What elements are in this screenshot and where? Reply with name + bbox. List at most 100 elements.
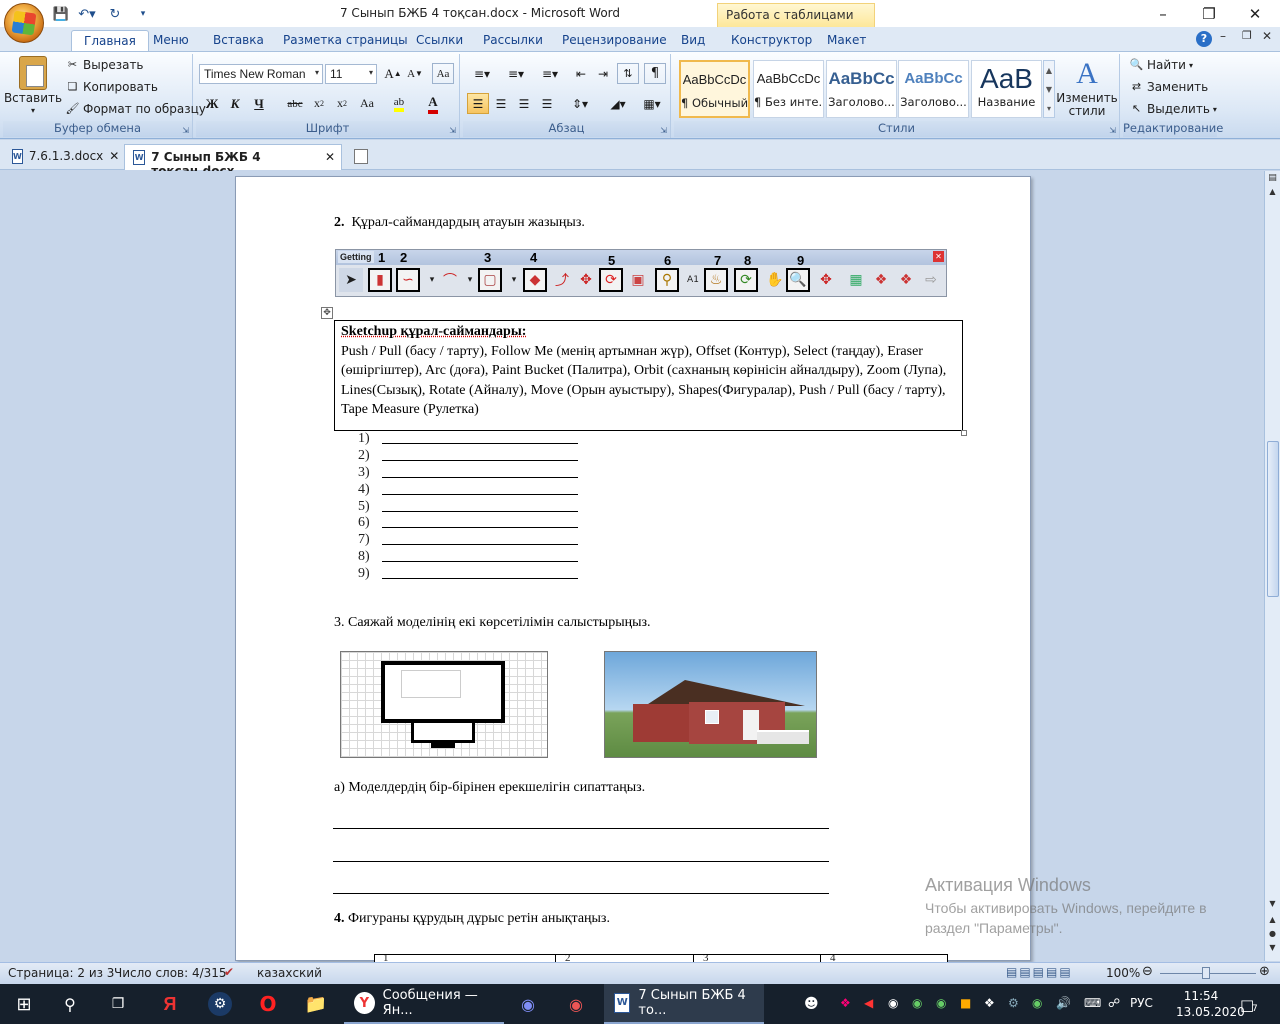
tray-app-icon[interactable]: ◀ [864,996,873,1010]
borders-icon[interactable]: ▦▾ [637,93,667,114]
yandex-browser-icon[interactable]: Я [158,992,182,1016]
doc-tab-1[interactable]: W 7.6.1.3.docx ✕ [4,144,122,170]
search-icon[interactable]: ⚲ [58,992,82,1016]
paste-dropdown-icon[interactable]: ▾ [31,106,35,115]
input-language[interactable]: РУС [1130,996,1153,1010]
opera-icon[interactable]: O [256,992,280,1016]
language-indicator[interactable]: казахский [257,966,322,980]
style-heading-2[interactable]: AaBbCc Заголово... [898,60,969,118]
tab-review[interactable]: Рецензирование [550,30,679,51]
tab-mailings[interactable]: Рассылки [471,30,555,51]
align-right-icon[interactable]: ☰ [513,93,535,114]
doc-minimize-icon[interactable]: – [1220,29,1226,43]
align-left-icon[interactable]: ☰ [467,93,489,114]
font-size-combo[interactable]: 11 ▾ [325,64,377,84]
tray-app-icon[interactable]: ■ [960,996,971,1010]
zoom-in-icon[interactable]: ⊕ [1259,964,1270,979]
change-case-icon[interactable]: Aa [356,93,378,114]
tray-steam-icon[interactable]: ⚙ [1008,996,1019,1010]
tray-app-icon[interactable]: ◉ [888,996,898,1010]
previous-page-icon[interactable]: ▲ [1267,915,1278,927]
justify-icon[interactable]: ☰ [536,93,558,114]
network-icon[interactable]: ☍ [1108,996,1120,1010]
taskbar-yandex-messages[interactable]: Y Сообщения — Ян... [344,984,504,1024]
line-spacing-icon[interactable]: ⇕▾ [565,93,595,114]
scroll-down-icon[interactable]: ▼ [1267,899,1278,911]
restore-icon[interactable]: ❐ [1186,0,1232,27]
tray-app-icon[interactable]: ◉ [1032,996,1042,1010]
styles-launcher-icon[interactable]: ⇲ [1109,126,1116,135]
bullets-icon[interactable]: ≡▾ [467,63,497,84]
browse-object-icon[interactable]: ● [1267,929,1278,941]
minimize-icon[interactable]: – [1140,0,1186,27]
grow-font-icon[interactable]: A ▲ [382,63,404,84]
doc-restore-icon[interactable]: ❐ [1242,29,1252,42]
file-explorer-icon[interactable]: 📁 [304,992,328,1016]
sequence-table[interactable]: 1 2 3 4 [374,954,948,962]
doc-tab-2[interactable]: W7 Сынып БЖБ 4 тоқсан.docx✕ [124,144,342,178]
superscript-icon[interactable]: x2 [331,93,353,114]
bold-icon[interactable]: Ж [201,93,223,114]
customize-qat-icon[interactable]: ▾ [138,5,148,23]
show-marks-icon[interactable]: ¶ [644,63,666,84]
doc-close-icon[interactable]: ✕ [1262,29,1272,43]
select-button[interactable]: ↖ Выделить ▾ [1129,102,1217,116]
tab-menu[interactable]: Меню [141,30,201,51]
taskbar-word[interactable]: W 7 Сынып БЖБ 4 то... [604,984,764,1024]
tab-view[interactable]: Вид [669,30,717,51]
tray-app-icon[interactable]: ❖ [840,996,851,1010]
zoom-level[interactable]: 100% [1106,966,1140,980]
keyboard-icon[interactable]: ⌨ [1084,996,1101,1010]
shrink-font-icon[interactable]: A ▼ [404,63,426,84]
discord-icon[interactable]: ◉ [516,992,540,1016]
steam-icon[interactable]: ⚙ [208,992,232,1016]
clear-formatting-icon[interactable]: Aa [432,63,454,84]
replace-button[interactable]: ⇄ Заменить [1129,80,1208,94]
new-tab-button[interactable] [346,144,374,170]
table-resize-handle[interactable] [961,430,967,436]
clock[interactable]: 11:54 13.05.2020 [1176,988,1245,1020]
underline-icon[interactable]: Ч [248,93,270,114]
table-move-handle-icon[interactable]: ✥ [321,307,333,319]
cut-button[interactable]: ✂ Вырезать [65,58,144,72]
close-tab-icon[interactable]: ✕ [325,150,335,164]
app-icon[interactable]: ◉ [564,992,588,1016]
tab-design[interactable]: Конструктор [719,30,824,51]
page-indicator[interactable]: Страница: 2 из 3 [8,966,114,980]
vertical-scrollbar[interactable]: ▤ ▲ ▼ ▲ ● ▼ [1264,171,1280,961]
style-normal[interactable]: AaBbCcDc ¶ Обычный [679,60,750,118]
zoom-out-icon[interactable]: ⊖ [1142,964,1153,979]
change-styles-button[interactable]: A Изменить стили [1056,56,1118,118]
scroll-thumb[interactable] [1267,441,1279,597]
strikethrough-icon[interactable]: abc [284,93,306,114]
highlight-icon[interactable]: ab [388,93,410,114]
font-color-icon[interactable]: A [422,93,444,114]
volume-icon[interactable]: 🔊 [1056,996,1071,1010]
tab-insert[interactable]: Вставка [201,30,276,51]
close-icon[interactable]: ✕ [1232,0,1278,27]
sort-icon[interactable]: ⇅ [617,63,639,84]
tab-layout[interactable]: Макет [815,30,878,51]
italic-icon[interactable]: К [224,93,246,114]
help-icon[interactable]: ? [1196,31,1212,47]
clipboard-launcher-icon[interactable]: ⇲ [182,126,189,135]
format-painter-button[interactable]: 🖌 Формат по образцу [65,102,206,116]
ruler-toggle-icon[interactable]: ▤ [1267,173,1278,185]
style-no-spacing[interactable]: AaBbCcDc ¶ Без инте... [753,60,824,118]
redo-icon[interactable]: ↻ [106,5,124,23]
tray-app-icon[interactable]: ◉ [936,996,946,1010]
multilevel-list-icon[interactable]: ≡▾ [535,63,565,84]
style-title[interactable]: AaB Название [971,60,1042,118]
decrease-indent-icon[interactable]: ⇤ [570,63,592,84]
paste-button[interactable]: Вставить ▾ [4,56,62,115]
font-launcher-icon[interactable]: ⇲ [449,126,456,135]
shading-icon[interactable]: ◢▾ [603,93,633,114]
save-icon[interactable]: 💾 [52,5,70,23]
tray-app-icon[interactable]: ◉ [912,996,922,1010]
scroll-up-icon[interactable]: ▲ [1267,187,1278,199]
style-heading-1[interactable]: AaBbCс Заголово... [826,60,897,118]
word-count[interactable]: Число слов: 4/315 [114,966,227,980]
find-button[interactable]: 🔍 Найти ▾ [1129,58,1193,72]
undo-icon[interactable]: ↶▾ [74,5,100,23]
proofing-icon[interactable]: ✔ [224,965,234,979]
